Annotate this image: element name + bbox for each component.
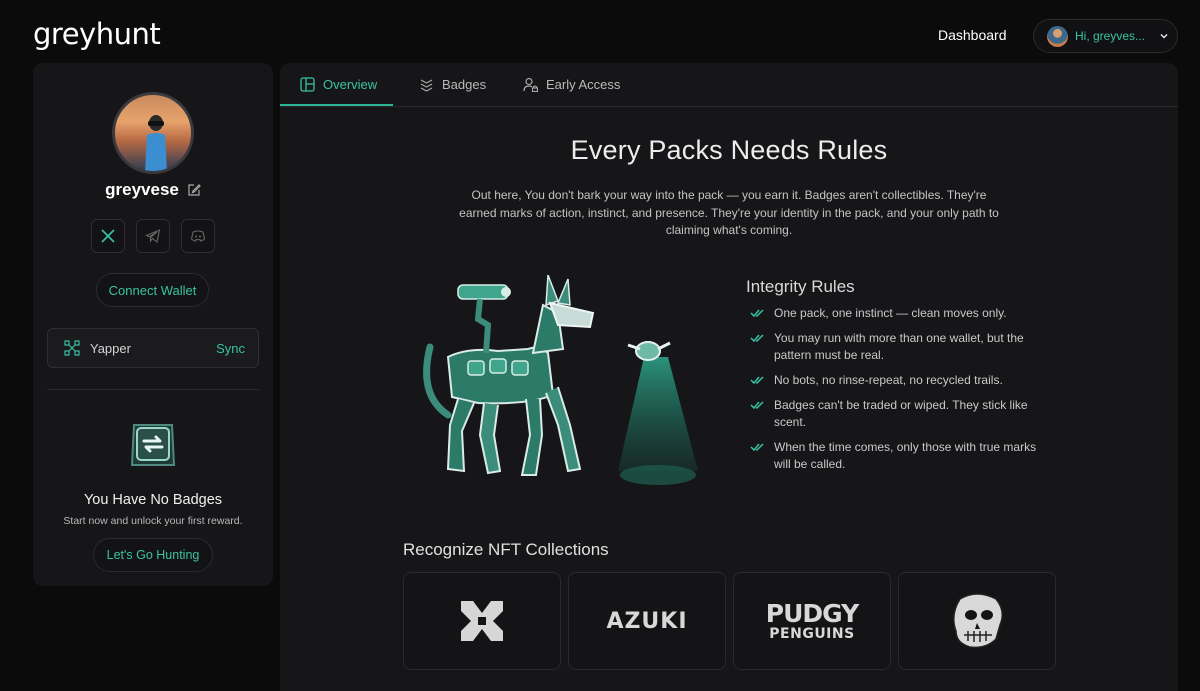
no-badges-subtitle: Start now and unlock your first reward. (63, 515, 243, 527)
nft-collections: AZUKI PUDGY PENGUINS (403, 572, 1056, 670)
nft-card-pudgy-penguins[interactable]: PUDGY PENGUINS (733, 572, 891, 670)
connect-wallet-button[interactable]: Connect Wallet (96, 273, 209, 307)
tab-badges[interactable]: Badges (419, 63, 486, 106)
profile-avatar (112, 92, 194, 174)
user-menu-button[interactable]: Hi, greyves... (1033, 19, 1178, 53)
network-icon (64, 340, 80, 356)
top-bar: greyhunt Dashboard Hi, greyves... (0, 0, 1200, 64)
nft-card-x[interactable] (403, 572, 561, 670)
rule-item: No bots, no rinse-repeat, no recycled tr… (750, 372, 1050, 389)
nav-dashboard-link[interactable]: Dashboard (938, 27, 1007, 43)
edit-icon[interactable] (187, 183, 201, 197)
tab-bar: Overview Badges Early Access (280, 63, 1178, 107)
rule-text: No bots, no rinse-repeat, no recycled tr… (774, 373, 1003, 387)
robot-dog-illustration (423, 275, 698, 485)
double-check-icon (750, 334, 764, 343)
sync-button[interactable]: Sync (216, 341, 245, 356)
telegram-icon (145, 229, 161, 243)
social-links (91, 219, 215, 253)
profile-sidebar: greyvese Connect Wallet Yapper Sync You … (33, 63, 273, 586)
badge-swap-icon (130, 424, 176, 466)
rule-text: When the time comes, only those with tru… (774, 440, 1037, 471)
tab-overview-label: Overview (323, 77, 378, 92)
yapper-connection: Yapper Sync (47, 328, 259, 368)
rules-title: Integrity Rules (746, 277, 855, 296)
double-check-icon (750, 309, 764, 318)
user-greeting: Hi, greyves... (1075, 29, 1146, 43)
pudgy-logo-line2: PENGUINS (769, 626, 855, 642)
nft-card-ape[interactable] (898, 572, 1056, 670)
x-icon (101, 229, 115, 243)
go-hunting-button[interactable]: Let's Go Hunting (93, 538, 213, 572)
divider (47, 389, 259, 390)
main-panel: Overview Badges Early Access Every Packs… (280, 63, 1178, 691)
tab-early-access-label: Early Access (546, 77, 621, 92)
nft-card-azuki[interactable]: AZUKI (568, 572, 726, 670)
x-social-button[interactable] (91, 219, 125, 253)
logo[interactable]: greyhunt (33, 17, 161, 51)
tab-badges-label: Badges (442, 77, 487, 92)
rule-text: One pack, one instinct — clean moves onl… (774, 306, 1007, 320)
page-title: Every Packs Needs Rules (570, 135, 888, 165)
rule-item: When the time comes, only those with tru… (750, 439, 1050, 473)
layout-icon (300, 77, 315, 92)
rules-list: One pack, one instinct — clean moves onl… (750, 305, 1050, 481)
telegram-social-button[interactable] (136, 219, 170, 253)
user-lock-icon (523, 77, 538, 92)
username: greyvese (105, 180, 179, 199)
rule-item: You may run with more than one wallet, b… (750, 330, 1050, 364)
ape-skull-icon (953, 593, 1003, 649)
rule-item: One pack, one instinct — clean moves onl… (750, 305, 1050, 322)
azuki-logo: AZUKI (606, 608, 688, 634)
discord-icon (190, 230, 206, 242)
page-description: Out here, You don't bark your way into t… (459, 188, 999, 237)
pudgy-penguins-logo: PUDGY PENGUINS (765, 599, 859, 642)
person-silhouette (145, 115, 167, 171)
rule-text: Badges can't be traded or wiped. They st… (774, 398, 1028, 429)
tab-early-access[interactable]: Early Access (523, 63, 620, 106)
chevron-down-icon (1160, 33, 1168, 39)
active-tab-indicator (280, 104, 393, 106)
double-check-icon (750, 401, 764, 410)
discord-social-button[interactable] (181, 219, 215, 253)
yapper-label: Yapper (90, 340, 131, 356)
tab-overview[interactable]: Overview (300, 63, 377, 106)
layers-icon (420, 79, 433, 92)
nft-section-title: Recognize NFT Collections (403, 540, 609, 559)
username-row: greyvese (33, 180, 273, 200)
pudgy-logo-line1: PUDGY (765, 599, 859, 628)
rule-text: You may run with more than one wallet, b… (774, 331, 1024, 362)
double-check-icon (750, 443, 764, 452)
rule-item: Badges can't be traded or wiped. They st… (750, 397, 1050, 431)
avatar (1047, 25, 1068, 47)
double-check-icon (750, 376, 764, 385)
no-badges-title: You Have No Badges (83, 492, 223, 508)
x-collection-logo-icon (461, 601, 503, 641)
